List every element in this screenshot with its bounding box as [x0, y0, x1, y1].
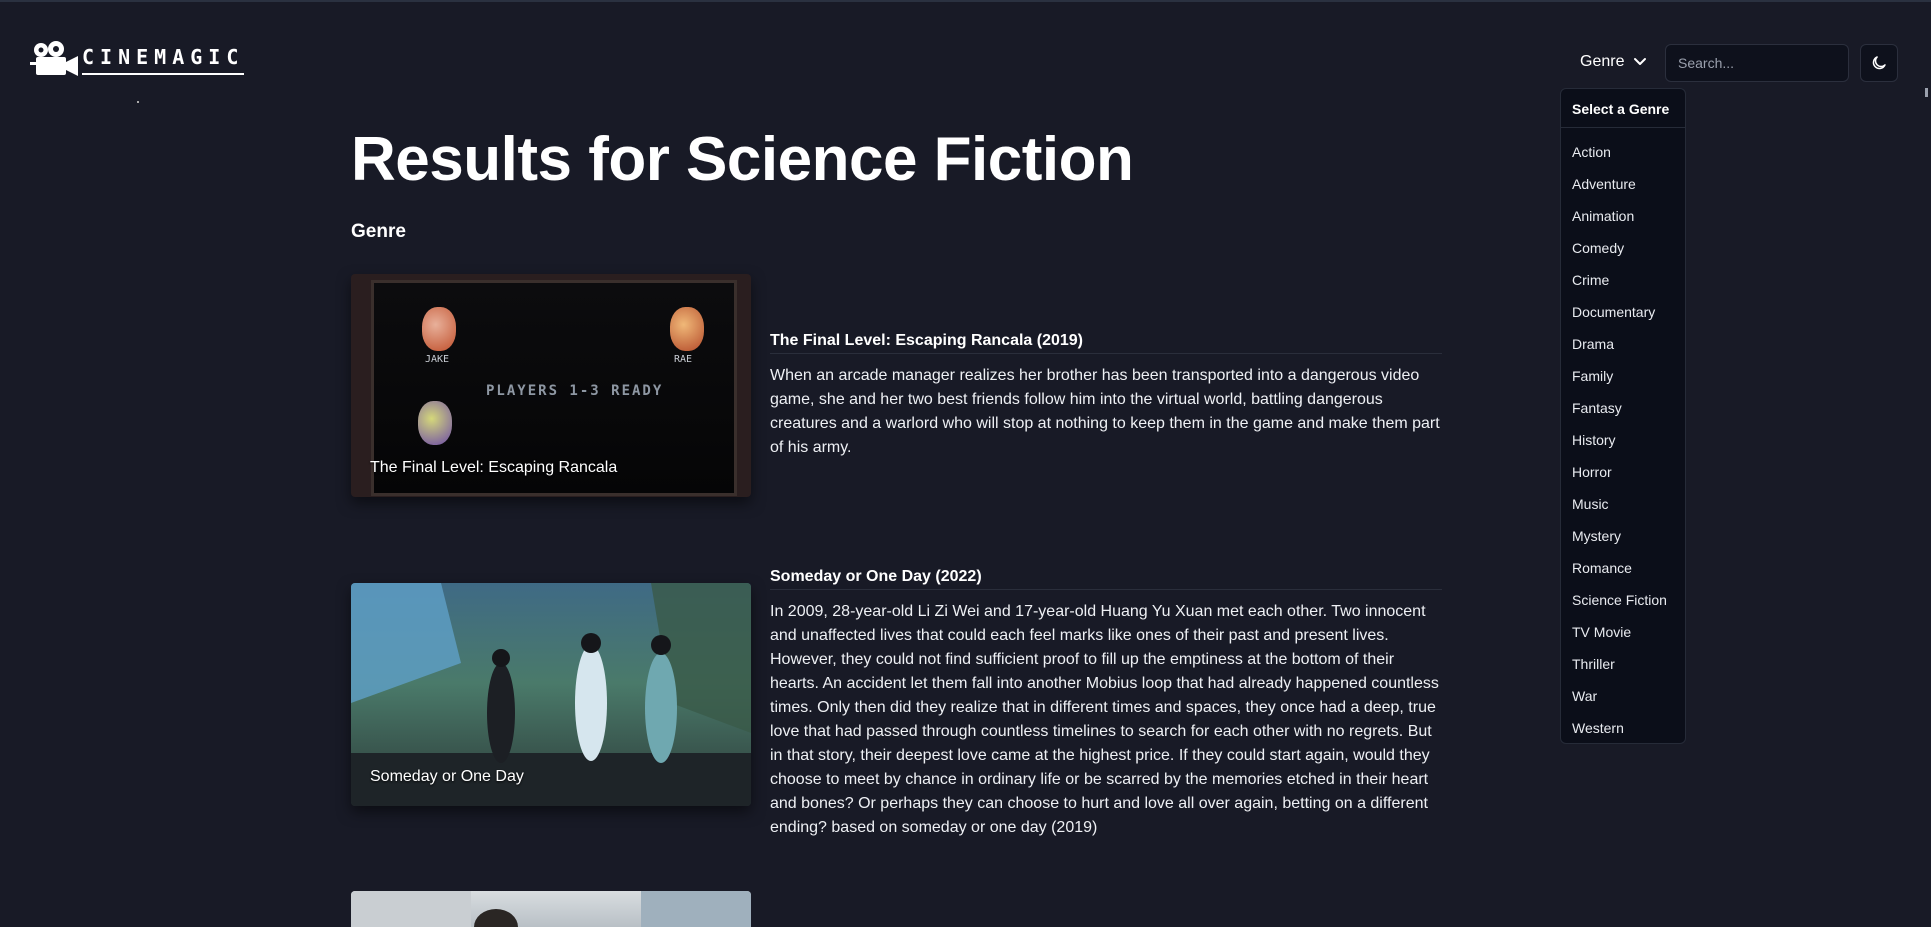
genre-option-thriller[interactable]: Thriller	[1561, 648, 1685, 680]
chevron-down-icon	[1634, 58, 1647, 65]
genre-option-tv-movie[interactable]: TV Movie	[1561, 616, 1685, 648]
page-title: Results for Science Fiction	[351, 125, 1134, 194]
scrollbar-mark	[1925, 88, 1928, 97]
genre-option-western[interactable]: Western	[1561, 712, 1685, 744]
brand-logo[interactable]: CINEMAGIC	[30, 40, 245, 80]
genre-dropdown-menu: Select a Genre Action Adventure Animatio…	[1560, 88, 1686, 744]
movie-poster[interactable]: JAKE RAE PLAYERS 1-3 READY The Final Lev…	[351, 274, 751, 497]
genre-option-mystery[interactable]: Mystery	[1561, 520, 1685, 552]
genre-option-comedy[interactable]: Comedy	[1561, 232, 1685, 264]
genre-option-adventure[interactable]: Adventure	[1561, 168, 1685, 200]
top-border	[0, 0, 1931, 2]
brand-name: CINEMAGIC	[82, 45, 245, 75]
genre-dropdown-button[interactable]: Genre	[1580, 46, 1648, 78]
genre-option-documentary[interactable]: Documentary	[1561, 296, 1685, 328]
poster-caption: Someday or One Day	[370, 768, 524, 785]
genre-option-animation[interactable]: Animation	[1561, 200, 1685, 232]
poster-face	[418, 401, 452, 445]
movie-poster[interactable]	[351, 891, 751, 927]
poster-image	[351, 891, 751, 927]
genre-option-drama[interactable]: Drama	[1561, 328, 1685, 360]
genre-option-family[interactable]: Family	[1561, 360, 1685, 392]
movie-description: When an arcade manager realizes her brot…	[770, 367, 1440, 456]
genre-option-science-fiction[interactable]: Science Fiction	[1561, 584, 1685, 616]
poster-caption: The Final Level: Escaping Rancala	[370, 459, 618, 476]
genre-option-fantasy[interactable]: Fantasy	[1561, 392, 1685, 424]
section-heading: Genre	[351, 221, 406, 242]
movie-camera-icon	[30, 41, 78, 76]
poster-face	[422, 307, 456, 351]
movie-poster[interactable]: Someday or One Day	[351, 583, 751, 806]
theme-toggle-button[interactable]	[1860, 44, 1898, 82]
decorative-dot	[137, 101, 139, 103]
genre-option-horror[interactable]: Horror	[1561, 456, 1685, 488]
genre-button-label: Genre	[1580, 53, 1625, 70]
movie-title[interactable]: The Final Level: Escaping Rancala (2019)	[770, 332, 1442, 354]
search-input[interactable]	[1665, 44, 1849, 82]
poster-face	[670, 307, 704, 351]
genre-option-romance[interactable]: Romance	[1561, 552, 1685, 584]
genre-option-crime[interactable]: Crime	[1561, 264, 1685, 296]
genre-option-war[interactable]: War	[1561, 680, 1685, 712]
poster-banner: PLAYERS 1-3 READY	[486, 383, 664, 399]
genre-option-music[interactable]: Music	[1561, 488, 1685, 520]
movie-title[interactable]: Someday or One Day (2022)	[770, 568, 1442, 590]
genre-option-action[interactable]: Action	[1561, 136, 1685, 168]
movie-description: In 2009, 28-year-old Li Zi Wei and 17-ye…	[770, 603, 1439, 836]
moon-icon	[1872, 56, 1886, 70]
genre-option-history[interactable]: History	[1561, 424, 1685, 456]
dropdown-title: Select a Genre	[1561, 89, 1685, 128]
movie-info: The Final Level: Escaping Rancala (2019)…	[770, 332, 1442, 460]
poster-label: JAKE	[425, 354, 450, 365]
movie-info: Someday or One Day (2022) In 2009, 28-ye…	[770, 568, 1442, 840]
poster-label: RAE	[674, 354, 693, 365]
genre-list: Action Adventure Animation Comedy Crime …	[1561, 128, 1685, 744]
